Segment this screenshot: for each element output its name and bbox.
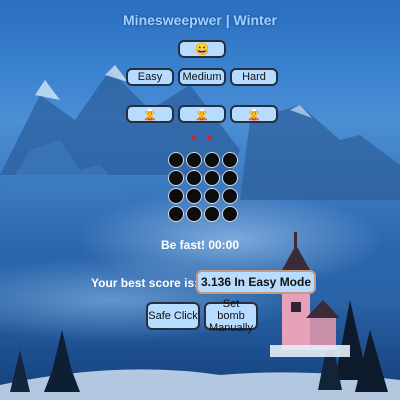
best-score-value: 3.136 In Easy Mode [196,270,316,294]
board-cell[interactable] [204,188,220,204]
smiley-face-icon: 😀 [194,42,210,56]
page-title: Minesweepwer | Winter [123,12,277,28]
timer-text: Be fast! 00:00 [160,238,240,252]
set-bomb-manually-button[interactable]: Set bomb Manually [204,298,258,334]
difficulty-easy-button[interactable]: Easy [126,68,174,86]
character-1-button[interactable]: 🧝 [126,105,174,123]
character-icon: 🧝 [195,108,209,121]
character-icon: 🧝 [143,108,157,121]
character-icon: 🧝 [247,108,261,121]
board-cell[interactable] [186,170,202,186]
board-cell[interactable] [186,152,202,168]
heart-icon: ♥ [190,132,197,144]
character-3-button[interactable]: 🧝 [230,105,278,123]
heart-icon: ♥ [206,132,213,144]
board-cell[interactable] [204,206,220,222]
board-cell[interactable] [186,188,202,204]
safe-click-button[interactable]: Safe Click [146,302,200,330]
board-cell[interactable] [222,152,238,168]
board-cell[interactable] [204,152,220,168]
smiley-reset-button[interactable]: 😀 [178,40,226,58]
board-cell[interactable] [186,206,202,222]
best-score-label: Your best score is: [91,276,199,290]
difficulty-medium-button[interactable]: Medium [178,68,226,86]
board-cell[interactable] [168,170,184,186]
character-2-button[interactable]: 🧝 [178,105,226,123]
difficulty-hard-button[interactable]: Hard [230,68,278,86]
board-cell[interactable] [204,170,220,186]
board-cell[interactable] [222,206,238,222]
board-cell[interactable] [168,152,184,168]
board-cell[interactable] [222,170,238,186]
board-cell[interactable] [222,188,238,204]
board-cell[interactable] [168,188,184,204]
board-cell[interactable] [168,206,184,222]
